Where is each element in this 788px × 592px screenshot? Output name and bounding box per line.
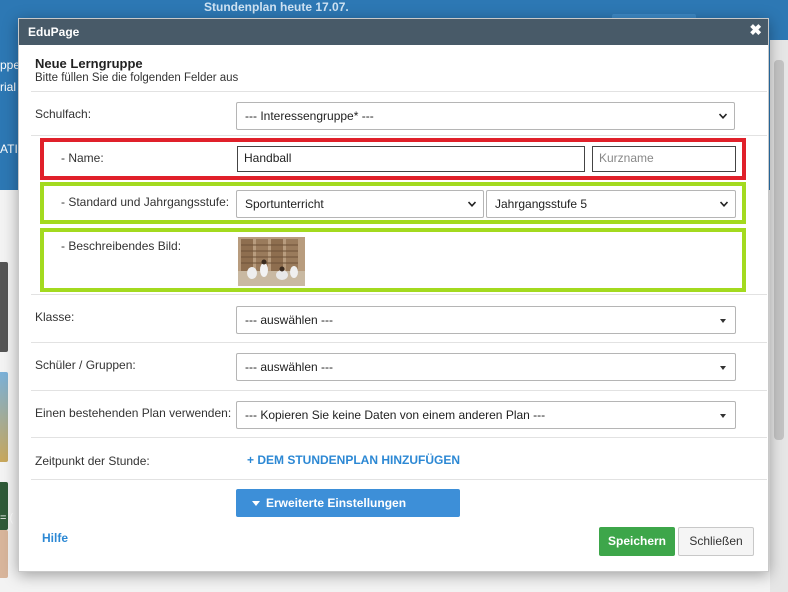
class-select[interactable]: --- auswählen --- bbox=[236, 306, 736, 334]
dialog-heading: Neue Lerngruppe bbox=[35, 56, 143, 71]
advanced-settings-label: Erweiterte Einstellungen anzeigen bbox=[266, 496, 407, 538]
background-scrollbar-thumb[interactable] bbox=[774, 60, 784, 440]
chevron-down-icon bbox=[719, 113, 727, 119]
caret-down-icon bbox=[720, 414, 726, 418]
caret-down-icon bbox=[252, 501, 260, 506]
background-thumbnail bbox=[0, 530, 8, 578]
plan-value: --- Kopieren Sie keine Daten von einem a… bbox=[245, 408, 546, 422]
subject-value: Sportunterricht bbox=[245, 197, 324, 211]
divider bbox=[31, 342, 767, 343]
close-button[interactable]: Schließen bbox=[678, 527, 754, 556]
students-select[interactable]: --- auswählen --- bbox=[236, 353, 736, 381]
grade-select[interactable]: Jahrgangsstufe 5 bbox=[486, 190, 736, 218]
divider bbox=[31, 390, 767, 391]
divider bbox=[31, 91, 767, 92]
subject-select[interactable]: Sportunterricht bbox=[236, 190, 484, 218]
divider bbox=[31, 135, 767, 136]
new-group-dialog: EduPage ✖ Neue Lerngruppe Bitte füllen S… bbox=[18, 18, 769, 572]
chevron-down-icon bbox=[468, 201, 476, 207]
students-value: --- auswählen --- bbox=[245, 360, 334, 374]
caret-down-icon bbox=[720, 366, 726, 370]
advanced-settings-button[interactable]: Erweiterte Einstellungen anzeigen bbox=[236, 489, 460, 538]
close-icon[interactable]: ✖ bbox=[749, 23, 762, 39]
divider bbox=[31, 479, 767, 480]
background-text-fragment: = ( bbox=[0, 512, 14, 524]
add-to-timetable-link[interactable]: + DEM STUNDENPLAN HINZUFÜGEN bbox=[247, 453, 460, 467]
plan-select[interactable]: --- Kopieren Sie keine Daten von einem a… bbox=[236, 401, 736, 429]
dialog-titlebar: EduPage ✖ bbox=[19, 19, 768, 45]
name-label: - Name: bbox=[61, 151, 104, 165]
standard-label: - Standard und Jahrgangsstufe: bbox=[61, 195, 230, 209]
grade-value: Jahrgangsstufe 5 bbox=[495, 197, 588, 211]
dialog-subheading: Bitte füllen Sie die folgenden Felder au… bbox=[35, 72, 239, 84]
help-link[interactable]: Hilfe bbox=[42, 531, 68, 545]
background-thumbnail bbox=[0, 372, 8, 462]
background-thumbnail bbox=[0, 262, 8, 352]
dialog-app-title: EduPage bbox=[28, 25, 80, 39]
schulfach-select[interactable]: --- Interessengruppe* --- bbox=[236, 102, 735, 130]
name-input[interactable]: Handball bbox=[237, 146, 585, 172]
image-row-highlight bbox=[40, 228, 746, 292]
divider bbox=[31, 294, 767, 295]
image-label: - Beschreibendes Bild: bbox=[61, 239, 182, 253]
short-name-placeholder: Kurzname bbox=[599, 151, 654, 165]
students-label: Schüler / Gruppen: bbox=[35, 358, 136, 372]
class-label: Klasse: bbox=[35, 310, 75, 324]
background-text-fragment: rial bbox=[0, 80, 17, 94]
class-value: --- auswählen --- bbox=[245, 313, 334, 327]
short-name-input[interactable]: Kurzname bbox=[592, 146, 736, 172]
schulfach-value: --- Interessengruppe* --- bbox=[245, 109, 374, 123]
plan-label: Einen bestehenden Plan verwenden: bbox=[35, 406, 232, 420]
time-label: Zeitpunkt der Stunde: bbox=[35, 454, 150, 468]
divider bbox=[31, 437, 767, 438]
schulfach-label: Schulfach: bbox=[35, 107, 92, 121]
save-button[interactable]: Speichern bbox=[599, 527, 675, 556]
chevron-down-icon bbox=[720, 201, 728, 207]
name-input-value: Handball bbox=[244, 151, 292, 165]
caret-down-icon bbox=[720, 319, 726, 323]
gym-picture[interactable] bbox=[238, 237, 305, 286]
background-banner-text: Stundenplan heute 17.07. bbox=[204, 0, 349, 14]
